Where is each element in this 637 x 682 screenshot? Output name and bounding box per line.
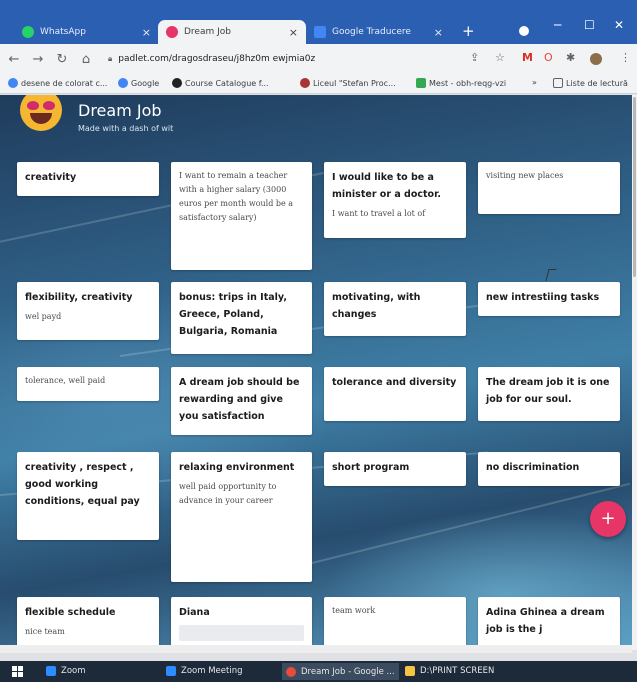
forward-arrow-icon[interactable]: → (28, 52, 48, 67)
close-icon[interactable]: × (434, 26, 443, 39)
back-arrow-icon[interactable]: ← (4, 52, 24, 67)
bookmark-item[interactable]: Course Catalogue f... (172, 78, 269, 88)
address-bar[interactable]: 🔒︎ padlet.com/dragosdraseu/j8hz0m ewjmia… (108, 49, 460, 69)
bookmarks-bar: desene de colorat c... Google Course Cat… (0, 74, 637, 94)
star-icon[interactable]: ☆ (495, 51, 505, 64)
post-card[interactable]: relaxing environment well paid opportuni… (171, 452, 312, 582)
tab-google-translate[interactable]: Google Traducere × (306, 20, 451, 44)
screen: WhatsApp × Dream Job × Google Traducere … (0, 0, 637, 682)
post-card[interactable]: I would like to be a minister or a docto… (324, 162, 466, 238)
google-icon (8, 78, 18, 88)
share-icon[interactable]: ⇪ (470, 51, 479, 64)
background-streak (299, 482, 631, 567)
extensions-icon[interactable]: ✱ (566, 51, 575, 64)
folder-icon (405, 666, 415, 676)
whatsapp-icon (22, 26, 34, 38)
post-card[interactable]: new intrestiing tasks (478, 282, 620, 316)
bookmark-item[interactable]: Mest - obh-reqg-vzi (416, 78, 506, 88)
page-title: Dream Job (78, 101, 162, 120)
browser-toolbar: ← → ↻ ⌂ 🔒︎ padlet.com/dragosdraseu/j8hz0… (0, 44, 637, 74)
window-close-icon[interactable]: ✕ (614, 18, 624, 32)
post-card[interactable]: I want to remain a teacher with a higher… (171, 162, 312, 270)
padlet-board: Dream Job Made with a dash of wit creati… (0, 95, 632, 650)
menu-icon[interactable]: ⋮ (620, 51, 631, 64)
more-bookmarks-button[interactable]: » (532, 78, 537, 87)
browser-tab-bar: WhatsApp × Dream Job × Google Traducere … (0, 0, 637, 44)
post-card[interactable]: no discrimination (478, 452, 620, 486)
post-card[interactable]: bonus: trips in Italy, Greece, Poland, B… (171, 282, 312, 354)
close-icon[interactable]: × (289, 26, 298, 39)
zoom-icon (166, 666, 176, 676)
padlet-icon (166, 26, 178, 38)
post-card[interactable]: visiting new places (478, 162, 620, 214)
reading-list-button[interactable]: Liste de lectură (553, 78, 628, 88)
padlet-header: Dream Job Made with a dash of wit (0, 95, 632, 139)
minimize-icon[interactable]: ─ (554, 18, 561, 32)
post-card[interactable]: Adina Ghinea a dream job is the j (478, 597, 620, 650)
post-card[interactable]: flexible schedule nice team (17, 597, 159, 650)
post-card[interactable]: The dream job it is one job for our soul… (478, 367, 620, 421)
graduation-cap-icon (172, 78, 182, 88)
scrollbar-thumb[interactable] (633, 97, 636, 277)
meet-icon (416, 78, 426, 88)
chrome-icon (286, 666, 296, 677)
post-card[interactable]: short program (324, 452, 466, 486)
taskbar-item-zoom[interactable]: Zoom (46, 666, 86, 676)
post-card[interactable]: flexibility, creativity wel payd (17, 282, 159, 340)
zoom-icon (46, 666, 56, 676)
profile-icon[interactable] (519, 26, 529, 36)
maximize-icon[interactable]: ☐ (584, 18, 595, 32)
google-icon (118, 78, 128, 88)
windows-taskbar: Zoom Zoom Meeting Dream Job - Google ...… (0, 661, 637, 682)
taskbar-item-explorer[interactable]: D:\PRINT SCREEN (405, 666, 494, 676)
taskbar-item-chrome[interactable]: Dream Job - Google ... (282, 663, 399, 680)
post-card[interactable]: tolerance and diversity (324, 367, 466, 421)
post-card[interactable]: creativity (17, 162, 159, 196)
lock-icon: 🔒︎ (108, 54, 113, 63)
page-subtitle: Made with a dash of wit (78, 124, 174, 133)
add-post-button[interactable]: + (590, 501, 626, 537)
bookmark-item[interactable]: Google (118, 78, 159, 88)
post-card[interactable]: Diana (171, 597, 312, 650)
star-struck-emoji-icon (20, 95, 62, 131)
url-text: padlet.com/dragosdraseu/j8hz0m ewjmia0z (118, 54, 316, 64)
horizontal-scrollbar[interactable] (0, 645, 632, 653)
post-card[interactable]: tolerance, well paid (17, 367, 159, 401)
taskbar-item-zoom-meeting[interactable]: Zoom Meeting (166, 666, 242, 676)
windows-start-icon[interactable] (12, 666, 23, 677)
gmail-icon[interactable]: M (522, 51, 533, 64)
close-icon[interactable]: × (142, 26, 151, 39)
attachment-placeholder (179, 625, 304, 641)
school-crest-icon (300, 78, 310, 88)
avatar[interactable] (590, 53, 602, 65)
bookmark-item[interactable]: Liceul "Stefan Proc... (300, 78, 396, 88)
translate-icon (314, 26, 326, 38)
opera-icon[interactable]: O (544, 51, 553, 64)
post-card[interactable]: team work (324, 597, 466, 650)
post-card[interactable]: motivating, with changes (324, 282, 466, 336)
bookmark-item[interactable]: desene de colorat c... (8, 78, 107, 88)
reload-icon[interactable]: ↻ (52, 52, 72, 67)
post-card[interactable]: A dream job should be rewarding and give… (171, 367, 312, 435)
tab-dream-job[interactable]: Dream Job × (158, 20, 306, 44)
reading-list-icon (553, 78, 563, 88)
new-tab-button[interactable]: + (462, 22, 475, 40)
tab-whatsapp[interactable]: WhatsApp × (14, 20, 159, 44)
home-icon[interactable]: ⌂ (76, 52, 96, 67)
post-card[interactable]: creativity , respect , good working cond… (17, 452, 159, 540)
